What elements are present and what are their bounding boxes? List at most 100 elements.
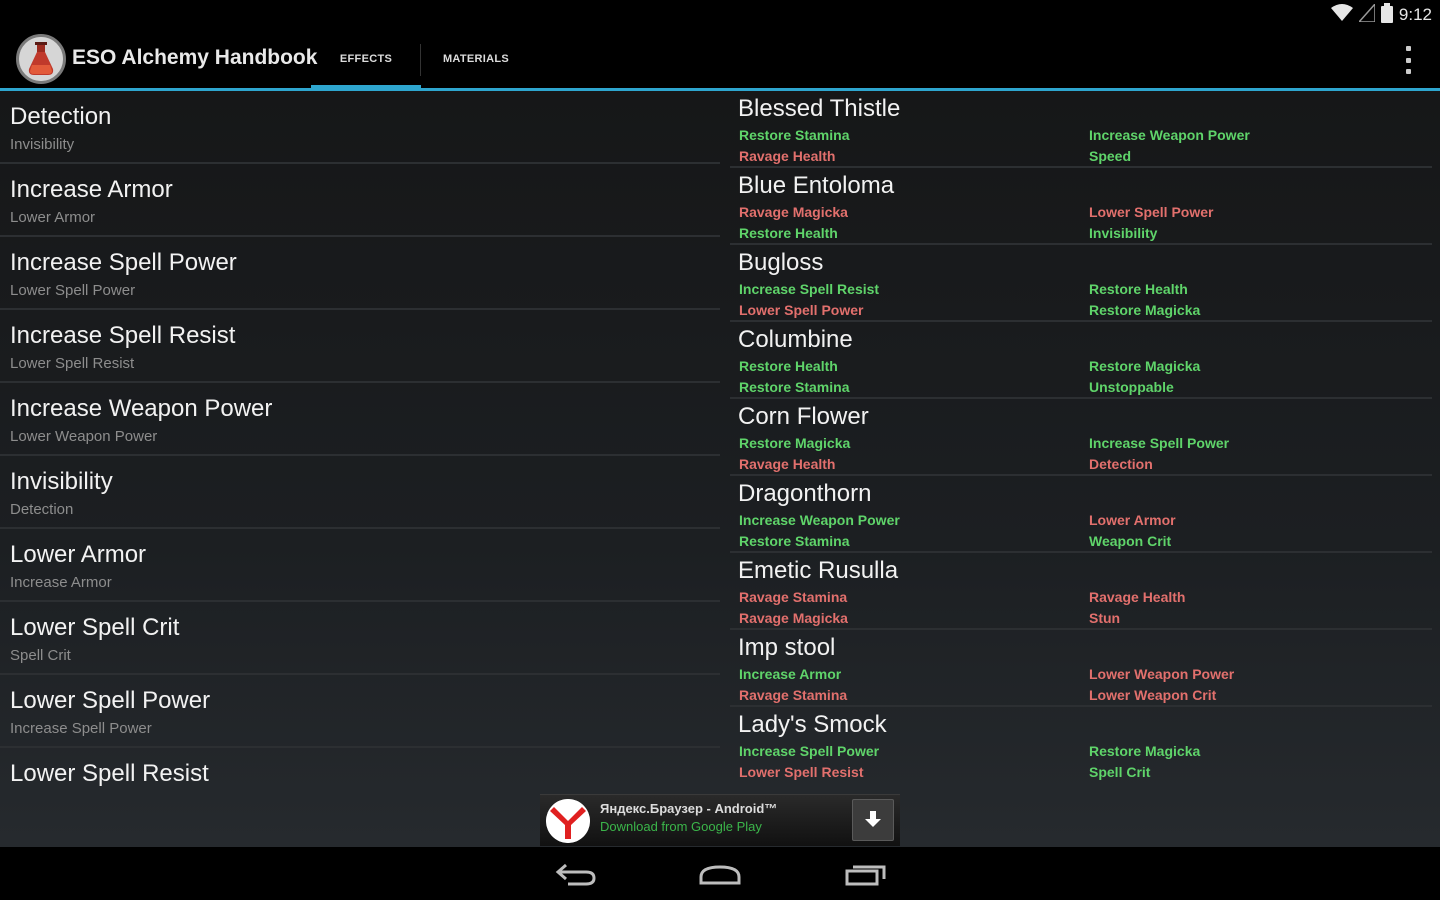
ingredient-effect: Increase Spell Resist bbox=[739, 281, 880, 297]
ingredient-item[interactable]: Bugloss Increase Spell Resist Restore He… bbox=[730, 245, 1432, 322]
download-icon[interactable] bbox=[852, 799, 894, 841]
effect-name: Increase Weapon Power bbox=[10, 395, 273, 422]
effect-opposite: Lower Weapon Power bbox=[10, 428, 158, 445]
ingredient-item[interactable]: Lady's Smock Increase Spell Power Restor… bbox=[730, 707, 1432, 784]
battery-icon bbox=[1380, 3, 1393, 27]
effect-name: Detection bbox=[10, 103, 112, 130]
effect-name: Lower Spell Resist bbox=[10, 760, 209, 787]
ingredient-effect: Ravage Stamina bbox=[739, 589, 848, 605]
effect-name: Increase Spell Power bbox=[10, 249, 237, 276]
ingredient-effect: Restore Magicka bbox=[739, 435, 851, 451]
ingredient-name: Imp stool bbox=[738, 634, 836, 661]
ingredient-effect: Restore Stamina bbox=[739, 379, 850, 395]
ingredient-effect: Weapon Crit bbox=[1089, 533, 1172, 549]
effect-name: Invisibility bbox=[10, 468, 113, 495]
effect-opposite: Spell Crit bbox=[10, 647, 71, 664]
effect-name: Increase Spell Resist bbox=[10, 322, 236, 349]
home-icon[interactable] bbox=[690, 857, 750, 891]
ingredient-item[interactable]: Emetic Rusulla Ravage Stamina Ravage Hea… bbox=[730, 553, 1432, 630]
overflow-menu-icon[interactable] bbox=[1402, 46, 1414, 74]
effect-opposite: Increase Armor bbox=[10, 574, 112, 591]
tab-materials[interactable]: MATERIALS bbox=[421, 30, 531, 88]
ingredient-effect: Restore Health bbox=[739, 358, 838, 374]
effect-name: Lower Spell Power bbox=[10, 687, 211, 714]
ingredient-effect: Lower Spell Power bbox=[1089, 204, 1214, 220]
ad-banner[interactable]: Яндекс.Браузер - Android™ Download from … bbox=[540, 794, 900, 846]
ingredient-effect: Restore Health bbox=[739, 225, 838, 241]
ingredient-effect: Lower Armor bbox=[1089, 512, 1176, 528]
effect-name: Increase Armor bbox=[10, 176, 173, 203]
ingredient-effect: Increase Weapon Power bbox=[1089, 127, 1250, 143]
effect-item[interactable]: Increase Weapon Power Lower Weapon Power bbox=[0, 383, 720, 456]
ingredient-item[interactable]: Blue Entoloma Ravage Magicka Lower Spell… bbox=[730, 168, 1432, 245]
ingredient-name: Corn Flower bbox=[738, 403, 869, 430]
ingredient-item[interactable]: Blessed Thistle Restore Stamina Increase… bbox=[730, 91, 1432, 168]
ad-title: Яндекс.Браузер - Android™ bbox=[600, 801, 778, 816]
effects-list[interactable]: Detection Invisibility Increase Armor Lo… bbox=[0, 91, 720, 847]
ingredient-effect: Increase Spell Power bbox=[1089, 435, 1230, 451]
effect-opposite: Lower Spell Resist bbox=[10, 355, 135, 372]
effect-opposite: Lower Armor bbox=[10, 209, 96, 226]
ingredient-effect: Ravage Health bbox=[739, 456, 836, 472]
ingredient-effect: Lower Spell Power bbox=[739, 302, 864, 318]
effect-item[interactable]: Increase Spell Power Lower Spell Power bbox=[0, 237, 720, 310]
effect-item[interactable]: Lower Armor Increase Armor bbox=[0, 529, 720, 602]
effect-name: Lower Spell Crit bbox=[10, 614, 180, 641]
ingredient-effect: Restore Magicka bbox=[1089, 302, 1201, 318]
ingredient-effect: Ravage Magicka bbox=[739, 610, 848, 626]
ingredient-name: Bugloss bbox=[738, 249, 824, 276]
ingredient-effect: Stun bbox=[1089, 610, 1121, 626]
ingredient-effect: Ravage Health bbox=[1089, 589, 1186, 605]
tab-effects[interactable]: EFFECTS bbox=[311, 30, 421, 88]
app-title: ESO Alchemy Handbook bbox=[72, 46, 318, 69]
ingredient-item[interactable]: Corn Flower Restore Magicka Increase Spe… bbox=[730, 399, 1432, 476]
ingredient-effect: Lower Weapon Power bbox=[1089, 666, 1235, 682]
back-icon[interactable] bbox=[546, 857, 606, 891]
ingredient-effect: Increase Armor bbox=[739, 666, 842, 682]
ingredient-effect: Restore Magicka bbox=[1089, 743, 1201, 759]
status-icons: 9:12 bbox=[1330, 2, 1432, 27]
effect-item[interactable]: Lower Spell Crit Spell Crit bbox=[0, 602, 720, 675]
ingredient-effect: Restore Health bbox=[1089, 281, 1188, 297]
ingredient-name: Columbine bbox=[738, 326, 853, 353]
ingredient-name: Blue Entoloma bbox=[738, 172, 895, 199]
effect-opposite: Lower Spell Power bbox=[10, 282, 136, 299]
effect-item[interactable]: Invisibility Detection bbox=[0, 456, 720, 529]
ingredient-item[interactable]: Imp stool Increase Armor Lower Weapon Po… bbox=[730, 630, 1432, 707]
ingredient-name: Emetic Rusulla bbox=[738, 557, 899, 584]
flask-icon[interactable] bbox=[16, 34, 66, 84]
ingredient-effect: Increase Spell Power bbox=[739, 743, 880, 759]
ingredient-item[interactable]: Columbine Restore Health Restore Magicka… bbox=[730, 322, 1432, 399]
ingredient-name: Blessed Thistle bbox=[738, 95, 901, 122]
ingredient-effect: Lower Weapon Crit bbox=[1089, 687, 1217, 703]
status-bar: 9:12 bbox=[0, 0, 1440, 30]
effect-item[interactable]: Increase Armor Lower Armor bbox=[0, 164, 720, 237]
ingredient-effect: Ravage Magicka bbox=[739, 204, 848, 220]
ingredient-effect: Ravage Health bbox=[739, 148, 836, 164]
effect-opposite: Detection bbox=[10, 501, 74, 518]
ingredient-effect: Invisibility bbox=[1089, 225, 1158, 241]
ingredient-effect: Restore Stamina bbox=[739, 127, 850, 143]
ingredient-effect: Unstoppable bbox=[1089, 379, 1174, 395]
navigation-bar bbox=[0, 847, 1440, 900]
effect-opposite: Increase Spell Power bbox=[10, 720, 152, 737]
recent-apps-icon[interactable] bbox=[836, 857, 896, 891]
content-area: Detection Invisibility Increase Armor Lo… bbox=[0, 91, 1440, 847]
ingredient-item[interactable]: Dragonthorn Increase Weapon Power Lower … bbox=[730, 476, 1432, 553]
ad-subtitle: Download from Google Play bbox=[600, 819, 762, 834]
ingredient-effect: Spell Crit bbox=[1089, 764, 1151, 780]
ingredient-name: Lady's Smock bbox=[738, 711, 887, 738]
effect-item[interactable]: Lower Spell Power Increase Spell Power bbox=[0, 675, 720, 748]
ingredient-effect: Ravage Stamina bbox=[739, 687, 848, 703]
ingredient-effect: Restore Stamina bbox=[739, 533, 850, 549]
ingredients-list[interactable]: Blessed Thistle Restore Stamina Increase… bbox=[730, 91, 1440, 791]
signal-icon bbox=[1357, 2, 1376, 26]
clock: 9:12 bbox=[1398, 5, 1432, 24]
effect-name: Lower Armor bbox=[10, 541, 147, 568]
ingredient-effect: Speed bbox=[1089, 148, 1132, 164]
ingredient-name: Dragonthorn bbox=[738, 480, 872, 507]
effect-item[interactable]: Increase Spell Resist Lower Spell Resist bbox=[0, 310, 720, 383]
effect-opposite: Invisibility bbox=[10, 136, 75, 153]
ingredient-effect: Increase Weapon Power bbox=[739, 512, 900, 528]
effect-item[interactable]: Detection Invisibility bbox=[0, 91, 720, 164]
